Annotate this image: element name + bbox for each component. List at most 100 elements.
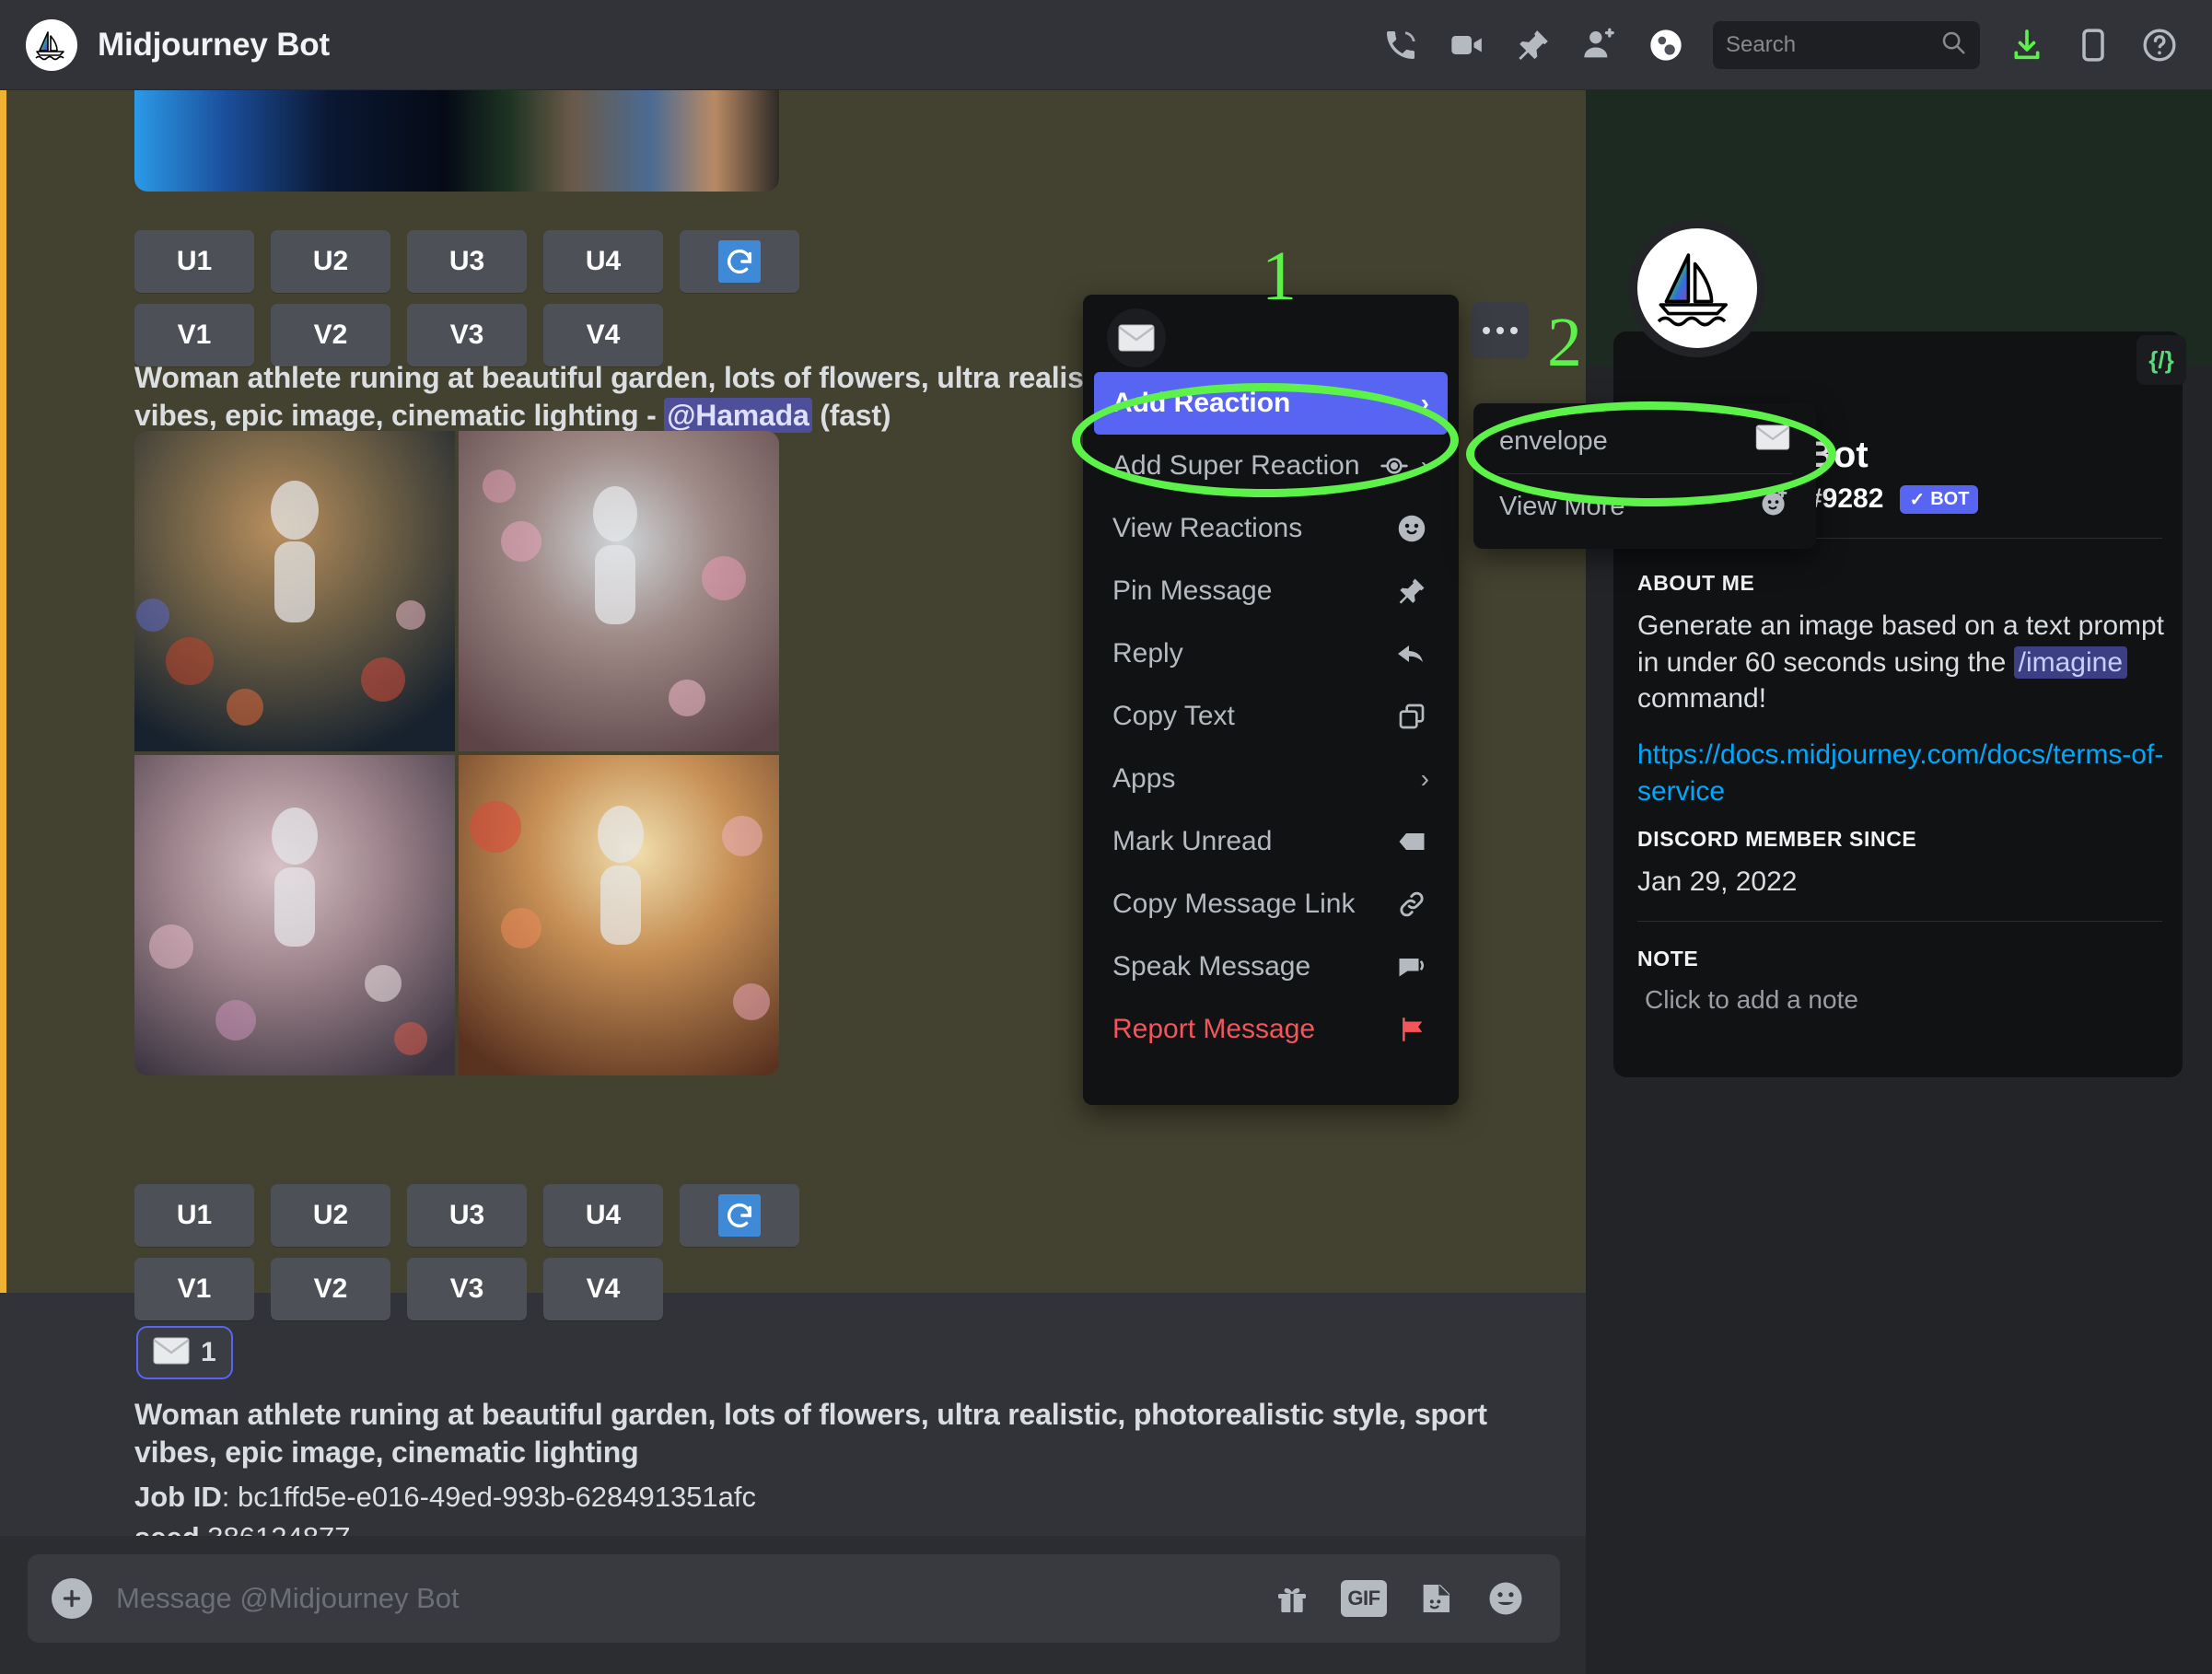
member-since-heading: DISCORD MEMBER SINCE bbox=[1637, 827, 1917, 851]
help-icon[interactable] bbox=[2140, 26, 2179, 64]
submenu-item-envelope[interactable]: envelope bbox=[1483, 413, 1807, 470]
inbox-download-icon[interactable] bbox=[2008, 26, 2046, 64]
upscale-buttons-row-middle: U1 U2 U3 U4 bbox=[134, 1184, 799, 1247]
note-heading: NOTE bbox=[1637, 947, 1699, 971]
button-v1[interactable]: V1 bbox=[134, 1258, 254, 1320]
message-input[interactable]: Message @Midjourney Bot bbox=[116, 1582, 1271, 1615]
annotation-step-2: 2 bbox=[1547, 304, 1582, 381]
profile-avatar[interactable] bbox=[1628, 219, 1766, 357]
more-actions-button[interactable] bbox=[1472, 302, 1529, 359]
button-v2[interactable]: V2 bbox=[271, 304, 390, 366]
button-v3[interactable]: V3 bbox=[407, 304, 527, 366]
menu-label: View Reactions bbox=[1112, 513, 1303, 543]
add-friend-icon[interactable] bbox=[1580, 26, 1619, 64]
flag-icon bbox=[1394, 1012, 1429, 1047]
page-title: Midjourney Bot bbox=[98, 26, 330, 63]
copy-icon bbox=[1394, 699, 1429, 734]
add-reaction-submenu[interactable]: envelope View More bbox=[1473, 403, 1816, 549]
menu-item-pin-message[interactable]: Pin Message bbox=[1094, 560, 1448, 622]
menu-label: Add Reaction bbox=[1112, 388, 1291, 418]
button-v3[interactable]: V3 bbox=[407, 1258, 527, 1320]
envelope-emoji-icon bbox=[1755, 424, 1790, 458]
menu-label: Add Super Reaction bbox=[1112, 450, 1360, 481]
profile-divider-bottom bbox=[1637, 921, 2162, 922]
message-context-menu[interactable]: Add Reaction › Add Super Reaction › View… bbox=[1083, 295, 1459, 1105]
profile-tag-row: #9282 ✓ BOT bbox=[1807, 483, 1979, 515]
menu-item-add-reaction[interactable]: Add Reaction › bbox=[1094, 372, 1448, 435]
composer-actions: GIF bbox=[1271, 1577, 1527, 1620]
button-v1[interactable]: V1 bbox=[134, 304, 254, 366]
button-u3[interactable]: U3 bbox=[407, 1184, 527, 1247]
menu-item-copy-message-link[interactable]: Copy Message Link bbox=[1094, 873, 1448, 936]
dot-1 bbox=[1483, 327, 1490, 334]
search-value: Search bbox=[1726, 31, 1797, 57]
button-u4[interactable]: U4 bbox=[543, 230, 663, 293]
message-image-top[interactable] bbox=[134, 90, 779, 192]
menu-item-speak-message[interactable]: Speak Message bbox=[1094, 936, 1448, 998]
button-u2[interactable]: U2 bbox=[271, 1184, 390, 1247]
link-icon bbox=[1394, 887, 1429, 922]
user-mention[interactable]: @Hamada bbox=[664, 397, 812, 433]
bot-badge-label: BOT bbox=[1930, 488, 1970, 509]
menu-item-reply[interactable]: Reply bbox=[1094, 622, 1448, 685]
menu-label: Pin Message bbox=[1112, 575, 1273, 606]
menu-label: Copy Message Link bbox=[1112, 889, 1356, 919]
button-u1[interactable]: U1 bbox=[134, 230, 254, 293]
reaction-badge[interactable]: 1 bbox=[136, 1326, 233, 1379]
note-input[interactable]: Click to add a note bbox=[1645, 983, 2174, 1017]
code-badge-icon[interactable]: {/} bbox=[2136, 335, 2186, 385]
menu-label: Reply bbox=[1112, 638, 1183, 668]
menu-item-view-reactions[interactable]: View Reactions bbox=[1094, 497, 1448, 560]
user-profile-icon[interactable] bbox=[1647, 26, 1685, 64]
search-input[interactable]: Search bbox=[1713, 20, 1980, 69]
menu-item-add-super-reaction[interactable]: Add Super Reaction › bbox=[1094, 435, 1448, 497]
emoji-icon[interactable] bbox=[1484, 1577, 1527, 1620]
menu-item-copy-text[interactable]: Copy Text bbox=[1094, 685, 1448, 748]
button-u4[interactable]: U4 bbox=[543, 1184, 663, 1247]
menu-item-report-message[interactable]: Report Message bbox=[1094, 998, 1448, 1061]
submenu-divider bbox=[1497, 473, 1792, 474]
plus-icon[interactable] bbox=[52, 1578, 92, 1619]
quick-envelope-emoji-button[interactable] bbox=[1107, 308, 1166, 367]
bot-badge: ✓ BOT bbox=[1900, 484, 1979, 514]
about-me-text: Generate an image based on a text prompt… bbox=[1637, 608, 2167, 717]
prompt-line-2-pre: vibes, epic image, cinematic lighting - bbox=[134, 398, 665, 432]
mobile-device-icon[interactable] bbox=[2074, 26, 2113, 64]
gif-icon[interactable]: GIF bbox=[1341, 1580, 1387, 1617]
message-composer[interactable]: Message @Midjourney Bot GIF bbox=[28, 1554, 1560, 1643]
call-icon[interactable] bbox=[1381, 26, 1420, 64]
imagine-command-chip: /imagine bbox=[2013, 645, 2128, 679]
pin-icon[interactable] bbox=[1514, 26, 1553, 64]
video-icon[interactable] bbox=[1448, 26, 1486, 64]
seed-label: seed bbox=[134, 1521, 200, 1536]
envelope-emoji-icon bbox=[153, 1337, 190, 1369]
prompt-line-1: Woman athlete runing at beautiful garden… bbox=[134, 361, 1126, 394]
job-id-row: Job ID: bc1ffd5e-e016-49ed-993b-62849135… bbox=[134, 1479, 756, 1516]
top-bar: Midjourney Bot Search bbox=[0, 0, 2212, 90]
about-text-post: command! bbox=[1637, 683, 1767, 715]
menu-item-mark-unread[interactable]: Mark Unread bbox=[1094, 810, 1448, 873]
profile-terms-link[interactable]: https://docs.midjourney.com/docs/terms-o… bbox=[1637, 737, 2167, 809]
menu-label: Mark Unread bbox=[1112, 826, 1273, 856]
gift-icon[interactable] bbox=[1271, 1577, 1313, 1620]
prompt-line-2-post: (fast) bbox=[811, 398, 891, 432]
button-refresh[interactable] bbox=[680, 230, 799, 293]
submenu-item-view-more[interactable]: View More bbox=[1483, 478, 1807, 535]
discord-window: Midjourney Bot Search U1 U2 U3 U4 V1 V2 … bbox=[0, 0, 2212, 1674]
menu-item-apps[interactable]: Apps › bbox=[1094, 748, 1448, 810]
button-v2[interactable]: V2 bbox=[271, 1258, 390, 1320]
job-id-value: : bc1ffd5e-e016-49ed-993b-628491351afc bbox=[221, 1481, 757, 1513]
seed-value: 386124877 bbox=[200, 1521, 350, 1536]
button-u3[interactable]: U3 bbox=[407, 230, 527, 293]
chevron-right-icon: › bbox=[1420, 451, 1429, 480]
dot-2 bbox=[1496, 327, 1504, 334]
upscale-buttons-row-top: U1 U2 U3 U4 bbox=[134, 230, 799, 293]
sticker-icon[interactable] bbox=[1415, 1577, 1457, 1620]
message-image-grid[interactable] bbox=[134, 431, 779, 1075]
job-id-label: Job ID bbox=[134, 1481, 222, 1513]
button-v4[interactable]: V4 bbox=[543, 1258, 663, 1320]
button-u1[interactable]: U1 bbox=[134, 1184, 254, 1247]
button-u2[interactable]: U2 bbox=[271, 230, 390, 293]
button-v4[interactable]: V4 bbox=[543, 304, 663, 366]
button-refresh[interactable] bbox=[680, 1184, 799, 1247]
